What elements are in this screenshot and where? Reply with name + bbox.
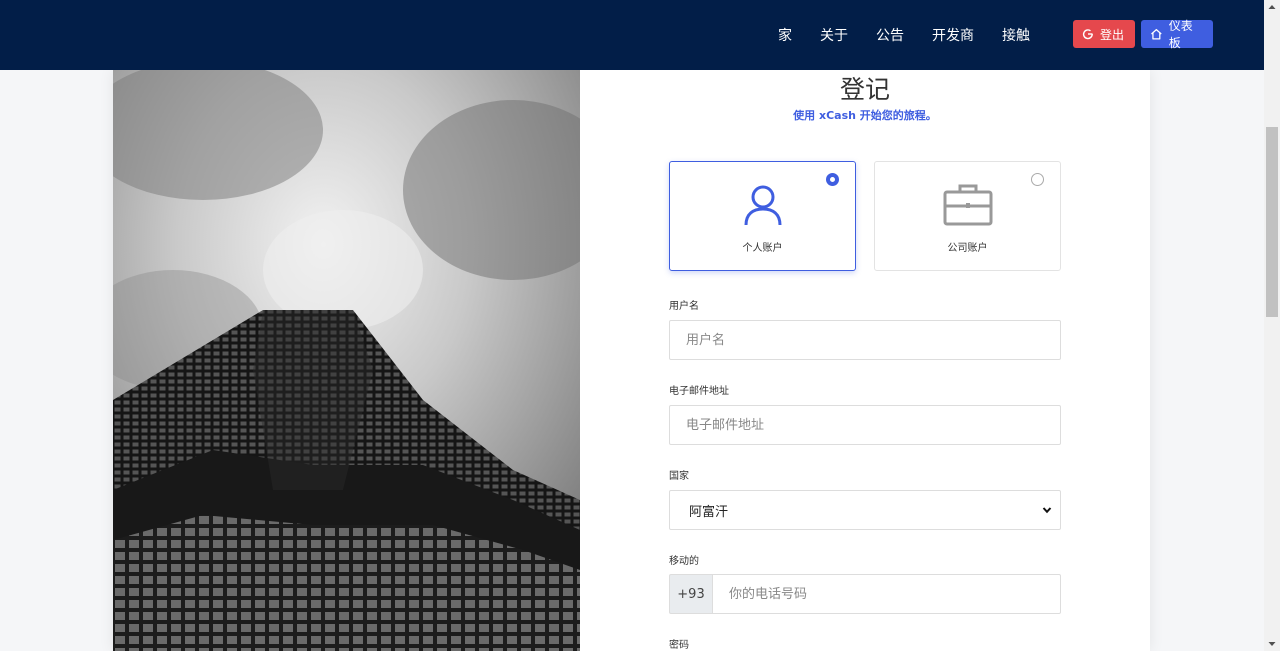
company-radio[interactable] xyxy=(1031,173,1044,186)
personal-label: 个人账户 xyxy=(742,243,783,254)
personal-radio[interactable] xyxy=(826,173,839,186)
page-scrollbar[interactable] xyxy=(1264,0,1280,651)
navbar: 家 关于 公告 开发商 接触 登出 仪表板 xyxy=(0,0,1264,70)
account-type-company[interactable]: 公司账户 xyxy=(874,161,1061,271)
phone-input[interactable] xyxy=(712,574,1061,614)
username-label: 用户名 xyxy=(669,301,699,312)
page-title: 登记 xyxy=(839,75,890,104)
briefcase-icon xyxy=(943,184,992,226)
user-icon xyxy=(744,185,781,226)
password-label: 密码 xyxy=(669,640,689,651)
page-subtitle: 使用 xCash 开始您的旅程。 xyxy=(793,109,937,122)
scroll-down-arrow-icon[interactable] xyxy=(1264,637,1280,651)
nav-links: 家 关于 公告 开发商 接触 xyxy=(750,0,1030,70)
nav-link-developers[interactable]: 开发商 xyxy=(932,25,974,45)
country-value: 阿富汗 xyxy=(689,504,729,520)
country-label: 国家 xyxy=(669,471,689,482)
scroll-thumb[interactable] xyxy=(1266,127,1278,317)
home-icon xyxy=(1151,28,1162,40)
nav-link-announcements[interactable]: 公告 xyxy=(876,25,904,45)
nav-link-about[interactable]: 关于 xyxy=(820,25,848,45)
dashboard-label: 仪表板 xyxy=(1168,19,1193,50)
mobile-label: 移动的 xyxy=(669,556,699,567)
account-type-personal[interactable]: 个人账户 xyxy=(669,161,856,271)
company-label: 公司账户 xyxy=(947,243,988,254)
logout-button[interactable]: 登出 xyxy=(1073,20,1135,48)
nav-link-home[interactable]: 家 xyxy=(778,25,792,45)
phone-prefix: +93 xyxy=(669,574,712,614)
logout-icon xyxy=(1082,29,1093,40)
country-select[interactable]: 阿富汗 xyxy=(669,490,1061,530)
scroll-up-arrow-icon[interactable] xyxy=(1264,0,1280,14)
email-label: 电子邮件地址 xyxy=(669,386,729,397)
logout-label: 登出 xyxy=(1100,27,1125,42)
username-input[interactable] xyxy=(669,320,1061,360)
dashboard-button[interactable]: 仪表板 xyxy=(1141,19,1213,50)
building-photo xyxy=(113,70,580,651)
chevron-down-icon xyxy=(1042,507,1052,514)
register-card: 登记 使用 xCash 开始您的旅程。 个人账户 公司账户 用户名 电子邮件地址 xyxy=(113,70,1150,651)
nav-link-contact[interactable]: 接触 xyxy=(1002,25,1030,45)
email-input[interactable] xyxy=(669,405,1061,445)
